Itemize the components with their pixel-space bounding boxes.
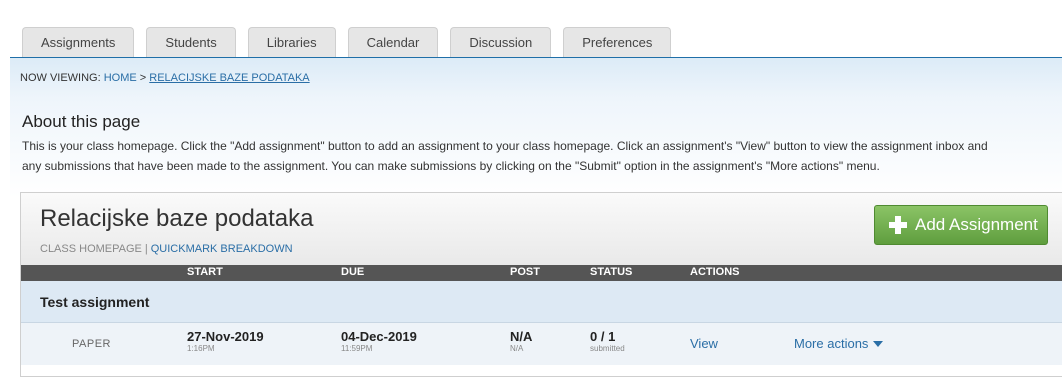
column-actions: ACTIONS — [690, 266, 740, 278]
more-actions-menu[interactable]: More actions — [794, 336, 884, 351]
post-time: N/A — [510, 344, 524, 353]
plus-icon — [889, 216, 907, 234]
start-date: 27-Nov-2019 — [187, 329, 264, 344]
column-due: DUE — [341, 266, 365, 278]
tab-libraries[interactable]: Libraries — [247, 27, 336, 57]
more-actions-label: More actions — [794, 336, 869, 351]
post-date-cell: N/A N/A — [510, 329, 533, 354]
quickmark-breakdown-link[interactable]: QUICKMARK BREAKDOWN — [151, 243, 293, 255]
tab-preferences[interactable]: Preferences — [563, 27, 672, 57]
column-start: START — [187, 266, 223, 278]
column-status: STATUS — [590, 266, 633, 278]
nav-tabs: Assignments Students Libraries Calendar … — [22, 27, 672, 57]
main-content: NOW VIEWING: HOME > RELACIJSKE BAZE PODA… — [10, 58, 1062, 385]
class-panel: Relacijske baze podataka CLASS HOMEPAGE |… — [20, 192, 1062, 377]
assignment-title: Test assignment — [40, 294, 150, 310]
start-date-cell: 27-Nov-2019 1:16PM — [187, 329, 264, 354]
breadcrumb-home-link[interactable]: HOME — [104, 72, 137, 84]
due-time: 11:59PM — [341, 344, 373, 353]
breadcrumb-prefix: NOW VIEWING: — [20, 72, 104, 84]
breadcrumb-current-link[interactable]: RELACIJSKE BAZE PODATAKA — [149, 72, 309, 84]
about-text: This is your class homepage. Click the "… — [22, 136, 1062, 176]
about-text-line: any submissions that have been made to t… — [22, 159, 880, 173]
add-assignment-label: Add Assignment — [915, 215, 1038, 234]
tab-discussion[interactable]: Discussion — [450, 27, 552, 57]
due-date-cell: 04-Dec-2019 11:59PM — [341, 329, 417, 354]
subtitle-separator: | — [144, 243, 148, 255]
post-date: N/A — [510, 329, 533, 344]
breadcrumb: NOW VIEWING: HOME > RELACIJSKE BAZE PODA… — [20, 72, 310, 84]
assignment-type: PAPER — [72, 338, 111, 350]
class-title: Relacijske baze podataka — [40, 205, 314, 232]
status-cell: 0 / 1 submitted — [590, 329, 625, 354]
due-date: 04-Dec-2019 — [341, 329, 417, 344]
class-homepage-label: CLASS HOMEPAGE — [40, 243, 142, 255]
table-header: START DUE POST STATUS ACTIONS — [21, 265, 1062, 281]
about-text-line: This is your class homepage. Click the "… — [22, 139, 988, 153]
table-row: PAPER 27-Nov-2019 1:16PM 04-Dec-2019 11:… — [21, 323, 1062, 365]
tab-calendar[interactable]: Calendar — [347, 27, 439, 57]
class-subtitle: CLASS HOMEPAGE | QUICKMARK BREAKDOWN — [40, 243, 293, 255]
breadcrumb-separator: > — [136, 72, 150, 84]
view-button[interactable]: View — [690, 336, 718, 351]
submission-count: 0 / 1 — [590, 329, 616, 344]
about-title: About this page — [22, 112, 141, 131]
caret-down-icon — [873, 340, 884, 347]
column-post: POST — [510, 266, 540, 278]
tab-students[interactable]: Students — [146, 27, 236, 57]
assignment-group-row: Test assignment — [21, 281, 1062, 323]
class-header: Relacijske baze podataka CLASS HOMEPAGE |… — [21, 193, 1062, 265]
add-assignment-button[interactable]: Add Assignment — [874, 205, 1048, 245]
submission-label: submitted — [590, 344, 625, 353]
start-time: 1:16PM — [187, 344, 215, 353]
tab-assignments[interactable]: Assignments — [22, 27, 135, 57]
